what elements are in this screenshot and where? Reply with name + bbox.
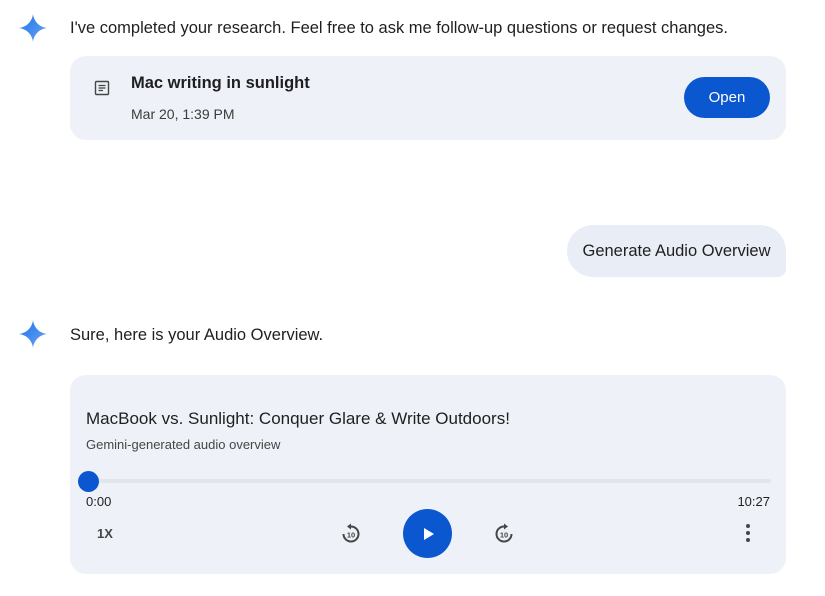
doc-date: Mar 20, 1:39 PM bbox=[131, 106, 235, 122]
model-message-text: I've completed your research. Feel free … bbox=[70, 19, 728, 37]
open-button[interactable]: Open bbox=[684, 77, 770, 118]
more-vert-icon bbox=[746, 524, 750, 542]
model-message-text: Sure, here is your Audio Overview. bbox=[70, 326, 324, 344]
svg-text:10: 10 bbox=[347, 530, 355, 539]
user-message-bubble: Generate Audio Overview bbox=[567, 225, 786, 277]
play-icon bbox=[423, 527, 434, 540]
playback-speed-button[interactable]: 1X bbox=[97, 526, 113, 541]
audio-title: MacBook vs. Sunlight: Conquer Glare & Wr… bbox=[86, 409, 510, 428]
audio-subtitle: Gemini-generated audio overview bbox=[86, 437, 281, 452]
rewind-10-button[interactable]: 10 bbox=[338, 521, 364, 547]
doc-title: Mac writing in sunlight bbox=[131, 74, 310, 92]
research-doc-card[interactable]: Mac writing in sunlight Mar 20, 1:39 PM … bbox=[70, 56, 786, 140]
play-button[interactable] bbox=[403, 509, 452, 558]
progress-thumb[interactable] bbox=[78, 471, 99, 492]
audio-overview-card: MacBook vs. Sunlight: Conquer Glare & Wr… bbox=[70, 375, 786, 574]
user-message-text: Generate Audio Overview bbox=[582, 241, 771, 260]
more-options-button[interactable] bbox=[738, 521, 758, 545]
svg-text:10: 10 bbox=[500, 530, 508, 539]
current-time: 0:00 bbox=[86, 494, 112, 509]
forward-10-button[interactable]: 10 bbox=[491, 521, 517, 547]
gemini-spark-icon bbox=[19, 320, 47, 348]
document-icon bbox=[94, 80, 110, 96]
gemini-spark-icon bbox=[19, 14, 47, 42]
duration-time: 10:27 bbox=[737, 494, 770, 509]
forward-10-icon: 10 bbox=[495, 523, 513, 543]
progress-track[interactable] bbox=[88, 479, 771, 483]
rewind-10-icon: 10 bbox=[342, 523, 360, 543]
